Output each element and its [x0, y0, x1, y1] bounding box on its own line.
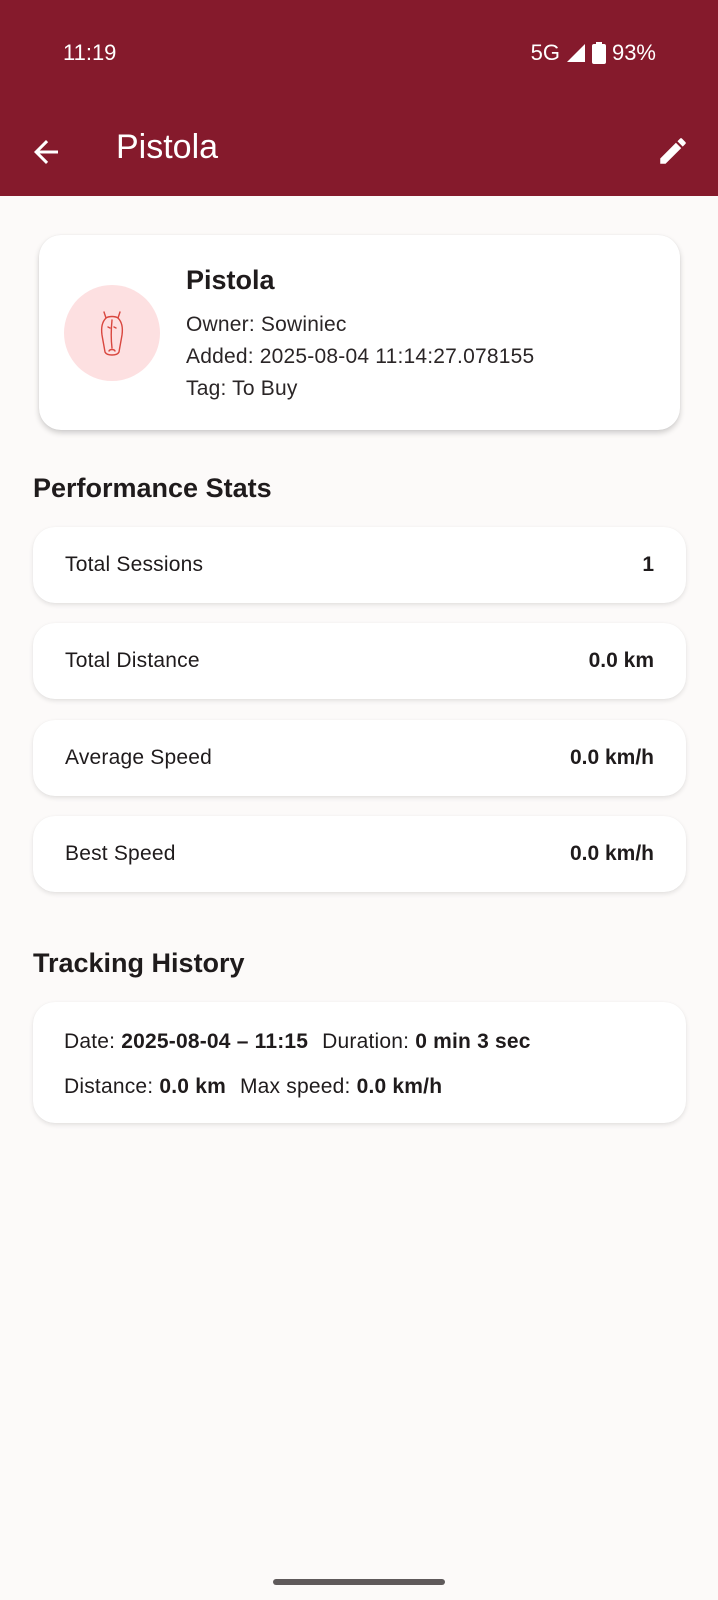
stat-value: 0.0 km/h [569, 842, 654, 865]
distance-label: Distance: [64, 1075, 154, 1098]
tracking-history-item[interactable]: Date: 2025-08-04 – 11:15 Duration: 0 min … [33, 1002, 686, 1123]
stat-label: Total Sessions [65, 553, 204, 576]
page-title: Pistola [116, 128, 219, 166]
home-indicator[interactable] [273, 1579, 445, 1585]
date-label: Date: [64, 1030, 116, 1053]
stat-card-total-distance: Total Distance 0.0 km [33, 623, 686, 699]
arrow-back-icon [34, 140, 58, 164]
max-speed-value: 0.0 km/h [356, 1075, 443, 1098]
stat-value: 1 [642, 553, 654, 576]
date-value: 2025-08-04 – 11:15 [121, 1030, 309, 1053]
status-time: 11:19 [63, 40, 117, 65]
stat-label: Total Distance [65, 649, 200, 672]
distance-value: 0.0 km [159, 1075, 226, 1098]
stat-card-total-sessions: Total Sessions 1 [33, 527, 686, 603]
stat-card-best-speed: Best Speed 0.0 km/h [33, 816, 686, 892]
added-text: Added: 2025-08-04 11:14:27.078155 [186, 345, 535, 368]
stat-card-average-speed: Average Speed 0.0 km/h [33, 720, 686, 796]
app-bar: 11:19 5G 93% Pistola [0, 0, 718, 196]
tag-text: Tag: To Buy [186, 377, 298, 400]
network-type: 5G [530, 40, 560, 65]
duration-label: Duration: [322, 1030, 410, 1053]
history-row-date-duration: Date: 2025-08-04 – 11:15 Duration: 0 min … [64, 1030, 531, 1054]
owner-text: Owner: Sowiniec [186, 313, 347, 336]
horse-profile-card: Pistola Owner: Sowiniec Added: 2025-08-0… [39, 235, 680, 430]
signal-icon [566, 43, 586, 63]
horse-name: Pistola [186, 265, 275, 295]
history-row-distance-speed: Distance: 0.0 km Max speed: 0.0 km/h [64, 1075, 442, 1099]
duration-value: 0 min 3 sec [415, 1030, 531, 1053]
battery-level: 93% [611, 40, 656, 65]
stat-label: Best Speed [65, 842, 176, 865]
status-indicators: 5G 93% [531, 40, 656, 66]
horse-head-icon [100, 311, 124, 356]
stat-label: Average Speed [65, 746, 212, 769]
pencil-icon [660, 138, 686, 164]
performance-section-title: Performance Stats [33, 473, 272, 503]
max-speed-label: Max speed: [239, 1075, 351, 1098]
history-section-title: Tracking History [33, 948, 245, 978]
battery-icon [591, 42, 606, 64]
avatar [64, 285, 160, 381]
edit-button[interactable] [656, 134, 690, 168]
stat-value: 0.0 km/h [569, 746, 654, 769]
back-button[interactable] [28, 134, 64, 170]
stat-value: 0.0 km [588, 649, 654, 672]
